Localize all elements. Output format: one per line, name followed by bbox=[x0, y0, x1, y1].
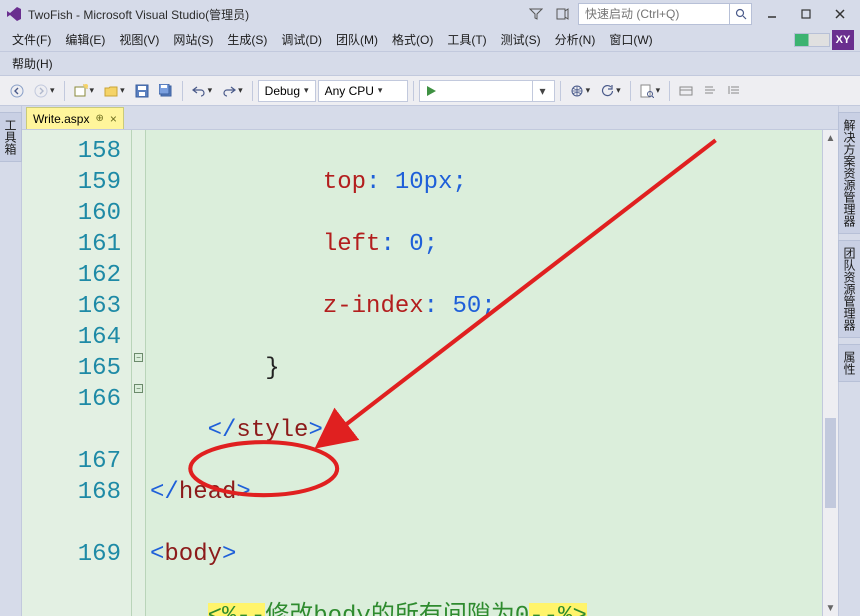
quick-launch-input[interactable] bbox=[579, 4, 729, 24]
refresh-button[interactable]: ▾ bbox=[596, 80, 625, 102]
notifications-icon[interactable] bbox=[552, 4, 572, 24]
signal-icon bbox=[794, 33, 830, 47]
toolbar: ▾ ▾ ▾ ▾ ▾ Debug ▾ Any CPU ▾ ▾ ▾ ▾ ▾ bbox=[0, 76, 860, 106]
search-icon[interactable] bbox=[729, 4, 751, 24]
platform-value: Any CPU bbox=[325, 84, 374, 98]
solution-explorer-tab[interactable]: 解决方案资源管理器 bbox=[838, 112, 860, 234]
menu-view[interactable]: 视图(V) bbox=[113, 29, 165, 50]
menu-test[interactable]: 测试(S) bbox=[495, 29, 547, 50]
open-button[interactable]: ▾ bbox=[100, 80, 129, 102]
find-in-files-button[interactable]: ▾ bbox=[636, 80, 665, 102]
chevron-down-icon: ▾ bbox=[378, 85, 383, 96]
menu-file[interactable]: 文件(F) bbox=[6, 29, 57, 50]
new-project-button[interactable]: ▾ bbox=[70, 80, 99, 102]
menu-build[interactable]: 生成(S) bbox=[221, 29, 273, 50]
menu-team[interactable]: 团队(M) bbox=[330, 29, 384, 50]
comment-button[interactable] bbox=[699, 80, 721, 102]
scroll-up-arrow-icon[interactable]: ▲ bbox=[823, 130, 838, 146]
minimize-button[interactable] bbox=[758, 4, 786, 24]
line-number-gutter: 158 159 160 161 162 163 164 165 166 167 … bbox=[22, 130, 132, 616]
menu-site[interactable]: 网站(S) bbox=[167, 29, 219, 50]
code-editor[interactable]: 158 159 160 161 162 163 164 165 166 167 … bbox=[22, 130, 838, 616]
config-value: Debug bbox=[265, 84, 300, 98]
team-explorer-tab[interactable]: 团队资源管理器 bbox=[838, 240, 860, 338]
title-bar: TwoFish - Microsoft Visual Studio(管理员) bbox=[0, 0, 860, 28]
fold-box-icon[interactable]: − bbox=[134, 384, 143, 393]
toolbox-tab[interactable]: 工具箱 bbox=[0, 112, 22, 162]
user-badge[interactable]: XY bbox=[832, 30, 854, 50]
document-tabstrip: Write.aspx ⊕ × bbox=[22, 106, 838, 130]
scroll-thumb[interactable] bbox=[825, 418, 836, 508]
save-all-button[interactable] bbox=[155, 80, 177, 102]
browser-link-button[interactable]: ▾ bbox=[566, 80, 595, 102]
chevron-down-icon: ▾ bbox=[304, 85, 309, 96]
left-panel: 工具箱 bbox=[0, 106, 22, 616]
menu-window[interactable]: 窗口(W) bbox=[603, 29, 658, 50]
filter-icon[interactable] bbox=[526, 4, 546, 24]
close-icon[interactable]: × bbox=[110, 112, 117, 126]
menu-format[interactable]: 格式(O) bbox=[386, 29, 439, 50]
menu-edit[interactable]: 编辑(E) bbox=[59, 29, 111, 50]
menu-bar-2: 帮助(H) bbox=[0, 52, 860, 76]
menu-tools[interactable]: 工具(T) bbox=[441, 29, 492, 50]
outline-margin[interactable]: − − bbox=[132, 130, 146, 616]
chevron-down-icon[interactable]: ▾ bbox=[532, 80, 554, 102]
start-debug-button[interactable]: ▾ bbox=[419, 80, 555, 102]
menu-debug[interactable]: 调试(D) bbox=[275, 29, 328, 50]
maximize-button[interactable] bbox=[792, 4, 820, 24]
code-surface[interactable]: top: 10px; left: 0; z-index: 50; } </sty… bbox=[146, 130, 822, 616]
scroll-down-arrow-icon[interactable]: ▼ bbox=[823, 600, 838, 616]
menu-help[interactable]: 帮助(H) bbox=[6, 53, 59, 74]
close-button[interactable] bbox=[826, 4, 854, 24]
window-title: TwoFish - Microsoft Visual Studio(管理员) bbox=[28, 6, 526, 23]
uncomment-button[interactable] bbox=[723, 80, 745, 102]
platform-combo[interactable]: Any CPU ▾ bbox=[318, 80, 408, 102]
redo-button[interactable]: ▾ bbox=[218, 80, 247, 102]
properties-tab[interactable]: 属性 bbox=[838, 344, 860, 382]
menu-analyze[interactable]: 分析(N) bbox=[549, 29, 602, 50]
vs-logo-icon bbox=[6, 6, 22, 22]
nav-back-button[interactable] bbox=[6, 80, 28, 102]
save-button[interactable] bbox=[131, 80, 153, 102]
nav-forward-button[interactable]: ▾ bbox=[30, 80, 59, 102]
config-combo[interactable]: Debug ▾ bbox=[258, 80, 316, 102]
pin-icon[interactable]: ⊕ bbox=[95, 113, 103, 124]
doc-tab-write-aspx[interactable]: Write.aspx ⊕ × bbox=[26, 107, 124, 129]
menu-bar: 文件(F) 编辑(E) 视图(V) 网站(S) 生成(S) 调试(D) 团队(M… bbox=[0, 28, 860, 52]
quick-launch[interactable] bbox=[578, 3, 752, 25]
play-icon bbox=[420, 80, 442, 102]
toolbox-shortcut-button[interactable] bbox=[675, 80, 697, 102]
right-panel: 解决方案资源管理器 团队资源管理器 属性 bbox=[838, 106, 860, 616]
undo-button[interactable]: ▾ bbox=[188, 80, 217, 102]
vertical-scrollbar[interactable]: ▲ ▼ bbox=[822, 130, 838, 616]
fold-box-icon[interactable]: − bbox=[134, 353, 143, 362]
doc-tab-label: Write.aspx bbox=[33, 112, 89, 126]
